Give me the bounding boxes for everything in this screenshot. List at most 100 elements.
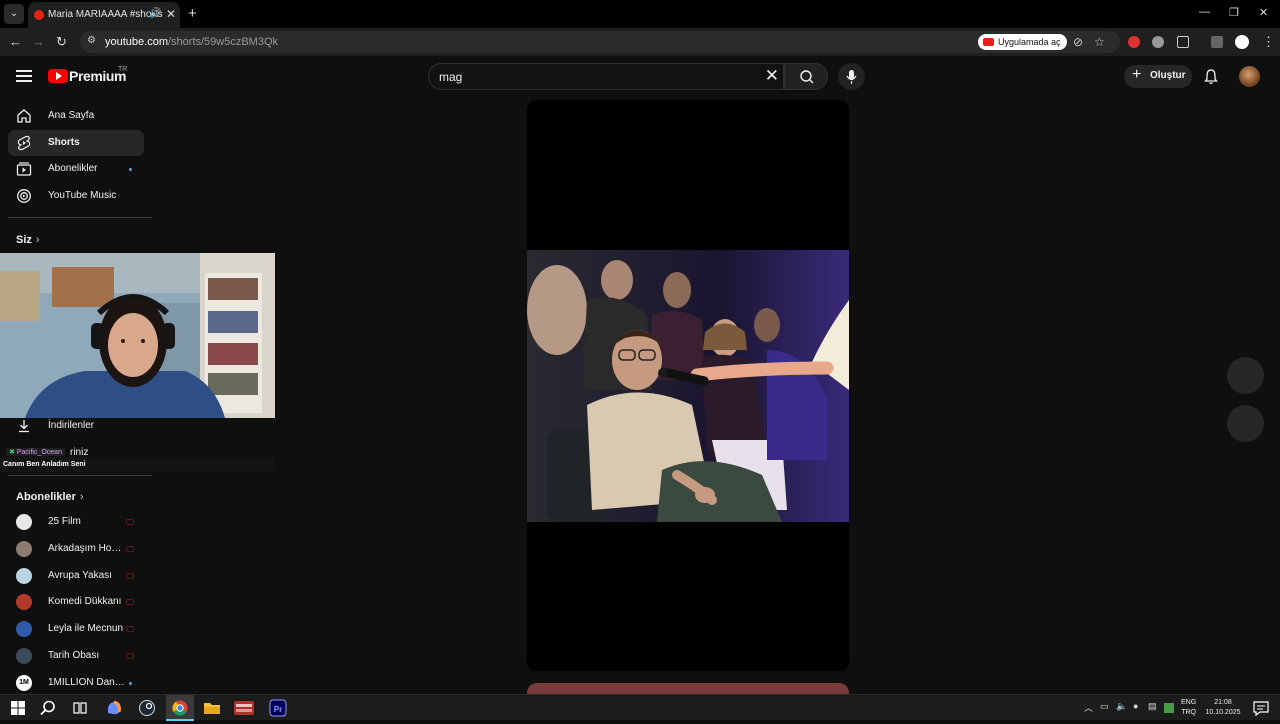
profile-icon[interactable] xyxy=(1235,35,1249,49)
create-label: Oluştur xyxy=(1150,70,1186,81)
music-icon xyxy=(17,189,31,203)
reload-icon[interactable]: ↻ xyxy=(56,34,67,50)
chevron-right-icon: › xyxy=(35,234,40,246)
voice-search-button[interactable] xyxy=(838,63,865,90)
speaker-icon[interactable]: 🔊 xyxy=(149,8,161,19)
download-icon xyxy=(19,420,29,433)
section-you[interactable]: Siz › xyxy=(16,234,40,246)
back-arrow-icon[interactable]: ← xyxy=(9,34,22,49)
steam-icon[interactable] xyxy=(137,699,157,717)
bookmark-star-icon[interactable]: ☆ xyxy=(1094,35,1105,49)
search-icon[interactable] xyxy=(38,699,58,717)
shorts-icon xyxy=(17,135,31,151)
tab-close-icon[interactable]: ✕ xyxy=(166,7,176,21)
chrome-taskbar-button[interactable] xyxy=(166,695,194,721)
app-tray-icon[interactable] xyxy=(1164,703,1174,713)
webcam-overlay xyxy=(0,253,275,418)
voicemeeter-icon[interactable] xyxy=(233,699,255,717)
sidebar-item-label: Shorts xyxy=(48,137,80,148)
window-close-button[interactable]: ✕ xyxy=(1259,6,1268,19)
svg-text:Pr: Pr xyxy=(274,705,282,714)
sidebar-item-label: Abonelikler xyxy=(48,163,98,174)
microphone-icon[interactable]: ● xyxy=(1133,701,1138,711)
subscription-item[interactable]: Tarih Obası xyxy=(8,643,144,669)
task-view-icon[interactable] xyxy=(70,699,90,717)
open-in-app-button[interactable]: Uygulamada aç xyxy=(978,34,1067,50)
country-code: TR xyxy=(118,66,128,73)
sidebar-item-label: YouTube Music xyxy=(48,190,117,201)
subscription-item[interactable]: 1M 1MILLION Dance Studio xyxy=(8,670,144,696)
media-control-icon[interactable] xyxy=(1211,36,1223,48)
site-info-icon[interactable]: ⚙ xyxy=(87,35,96,46)
divider xyxy=(8,475,152,476)
channel-avatar xyxy=(16,567,32,584)
sidebar-item-youtube-music[interactable]: YouTube Music xyxy=(8,183,144,209)
subscription-label: 1MILLION Dance Studio xyxy=(48,676,126,688)
clear-search-icon[interactable]: ✕ xyxy=(765,66,779,86)
sidebar-item-home[interactable]: Ana Sayfa xyxy=(8,103,144,129)
sidebar-item-shorts[interactable]: Shorts xyxy=(8,130,144,156)
subscription-item[interactable]: Arkadaşım Hoşgeldin xyxy=(8,536,144,562)
video-frame xyxy=(527,100,849,671)
subscription-item[interactable]: Leyla ile Mecnun xyxy=(8,616,144,642)
forward-arrow-icon[interactable]: → xyxy=(32,34,45,49)
sidebar-item-label: İndirilenler xyxy=(48,420,95,431)
subscription-label: Komedi Dükkanı xyxy=(48,596,122,608)
tab-search-button[interactable]: ⌄ xyxy=(4,4,24,24)
shorts-video-player[interactable] xyxy=(527,100,849,671)
file-explorer-icon[interactable] xyxy=(202,699,222,717)
home-icon xyxy=(17,109,31,123)
sidebar-item-downloads[interactable]: İndirilenler xyxy=(8,413,144,439)
browser-tab[interactable]: Maria MARIAAAA #shorts 🔊 ✕ xyxy=(28,2,180,28)
webcam-image xyxy=(0,253,275,418)
windows-start-icon[interactable] xyxy=(8,699,28,717)
tray-overflow-icon[interactable]: ︿ xyxy=(1084,701,1093,714)
premiere-pro-icon[interactable]: Pr xyxy=(268,699,288,717)
chat-message: Canım Ben Anladım Seni xyxy=(3,461,86,468)
next-short-button[interactable] xyxy=(1227,405,1264,442)
menu-dots-icon[interactable]: ⋮ xyxy=(1262,34,1275,50)
microphone-icon xyxy=(846,70,857,84)
subscription-item[interactable]: Avrupa Yakası xyxy=(8,563,144,589)
section-subscriptions[interactable]: Abonelikler › xyxy=(16,491,84,503)
notifications-bell-icon[interactable] xyxy=(1203,68,1219,90)
channel-avatar xyxy=(16,514,32,530)
notification-center-icon[interactable] xyxy=(1251,699,1271,717)
battery-icon[interactable]: ▭ xyxy=(1100,701,1109,712)
input-language[interactable]: ENG TRQ xyxy=(1181,698,1196,718)
copilot-icon[interactable] xyxy=(104,699,124,717)
extension-icon[interactable] xyxy=(1152,36,1164,48)
new-tab-button[interactable]: + xyxy=(188,5,197,22)
clock[interactable]: 21:08 10.10.2025 xyxy=(1200,698,1246,718)
new-content-dot xyxy=(129,168,132,171)
new-content-dot xyxy=(129,681,132,685)
address-bar[interactable]: ⚙ youtube.com/shorts/59w5czBM3Qk Uygulam… xyxy=(80,31,1120,53)
subscriptions-icon xyxy=(16,162,32,176)
url-text[interactable]: youtube.com/shorts/59w5czBM3Qk xyxy=(105,36,278,48)
network-icon[interactable]: ▤ xyxy=(1148,701,1157,712)
account-avatar[interactable] xyxy=(1239,66,1260,87)
search-button[interactable] xyxy=(784,63,828,90)
sidebar-item-subscriptions[interactable]: Abonelikler xyxy=(8,156,144,182)
subscription-label: Leyla ile Mecnun xyxy=(48,623,124,635)
restore-button[interactable]: ❐ xyxy=(1229,6,1239,19)
channel-avatar xyxy=(16,648,32,664)
minimize-button[interactable]: — xyxy=(1199,6,1210,18)
chat-username-badge: ✖ Pacific_Ocean xyxy=(6,448,65,456)
youtube-logo-icon[interactable] xyxy=(48,69,68,83)
extension-icon[interactable] xyxy=(1128,36,1140,48)
eye-off-icon[interactable]: ⊘ xyxy=(1073,35,1083,49)
guide-menu-icon[interactable] xyxy=(16,70,32,82)
subscription-item[interactable]: 25 Film xyxy=(8,509,144,535)
browser-tab-strip: ⌄ Maria MARIAAAA #shorts 🔊 ✕ + — ❐ ✕ xyxy=(0,0,1280,28)
search-input[interactable]: mag ✕ xyxy=(428,63,784,90)
channel-avatar xyxy=(16,621,32,638)
live-indicator-icon xyxy=(126,545,134,552)
subscription-item[interactable]: Komedi Dükkanı xyxy=(8,589,144,615)
chevron-right-icon: › xyxy=(79,491,84,503)
extensions-puzzle-icon[interactable] xyxy=(1177,36,1189,48)
create-button[interactable]: + Oluştur xyxy=(1124,65,1192,88)
previous-short-button[interactable] xyxy=(1227,357,1264,394)
plus-icon: + xyxy=(1132,66,1142,83)
volume-icon[interactable]: 🔈 xyxy=(1116,701,1127,712)
